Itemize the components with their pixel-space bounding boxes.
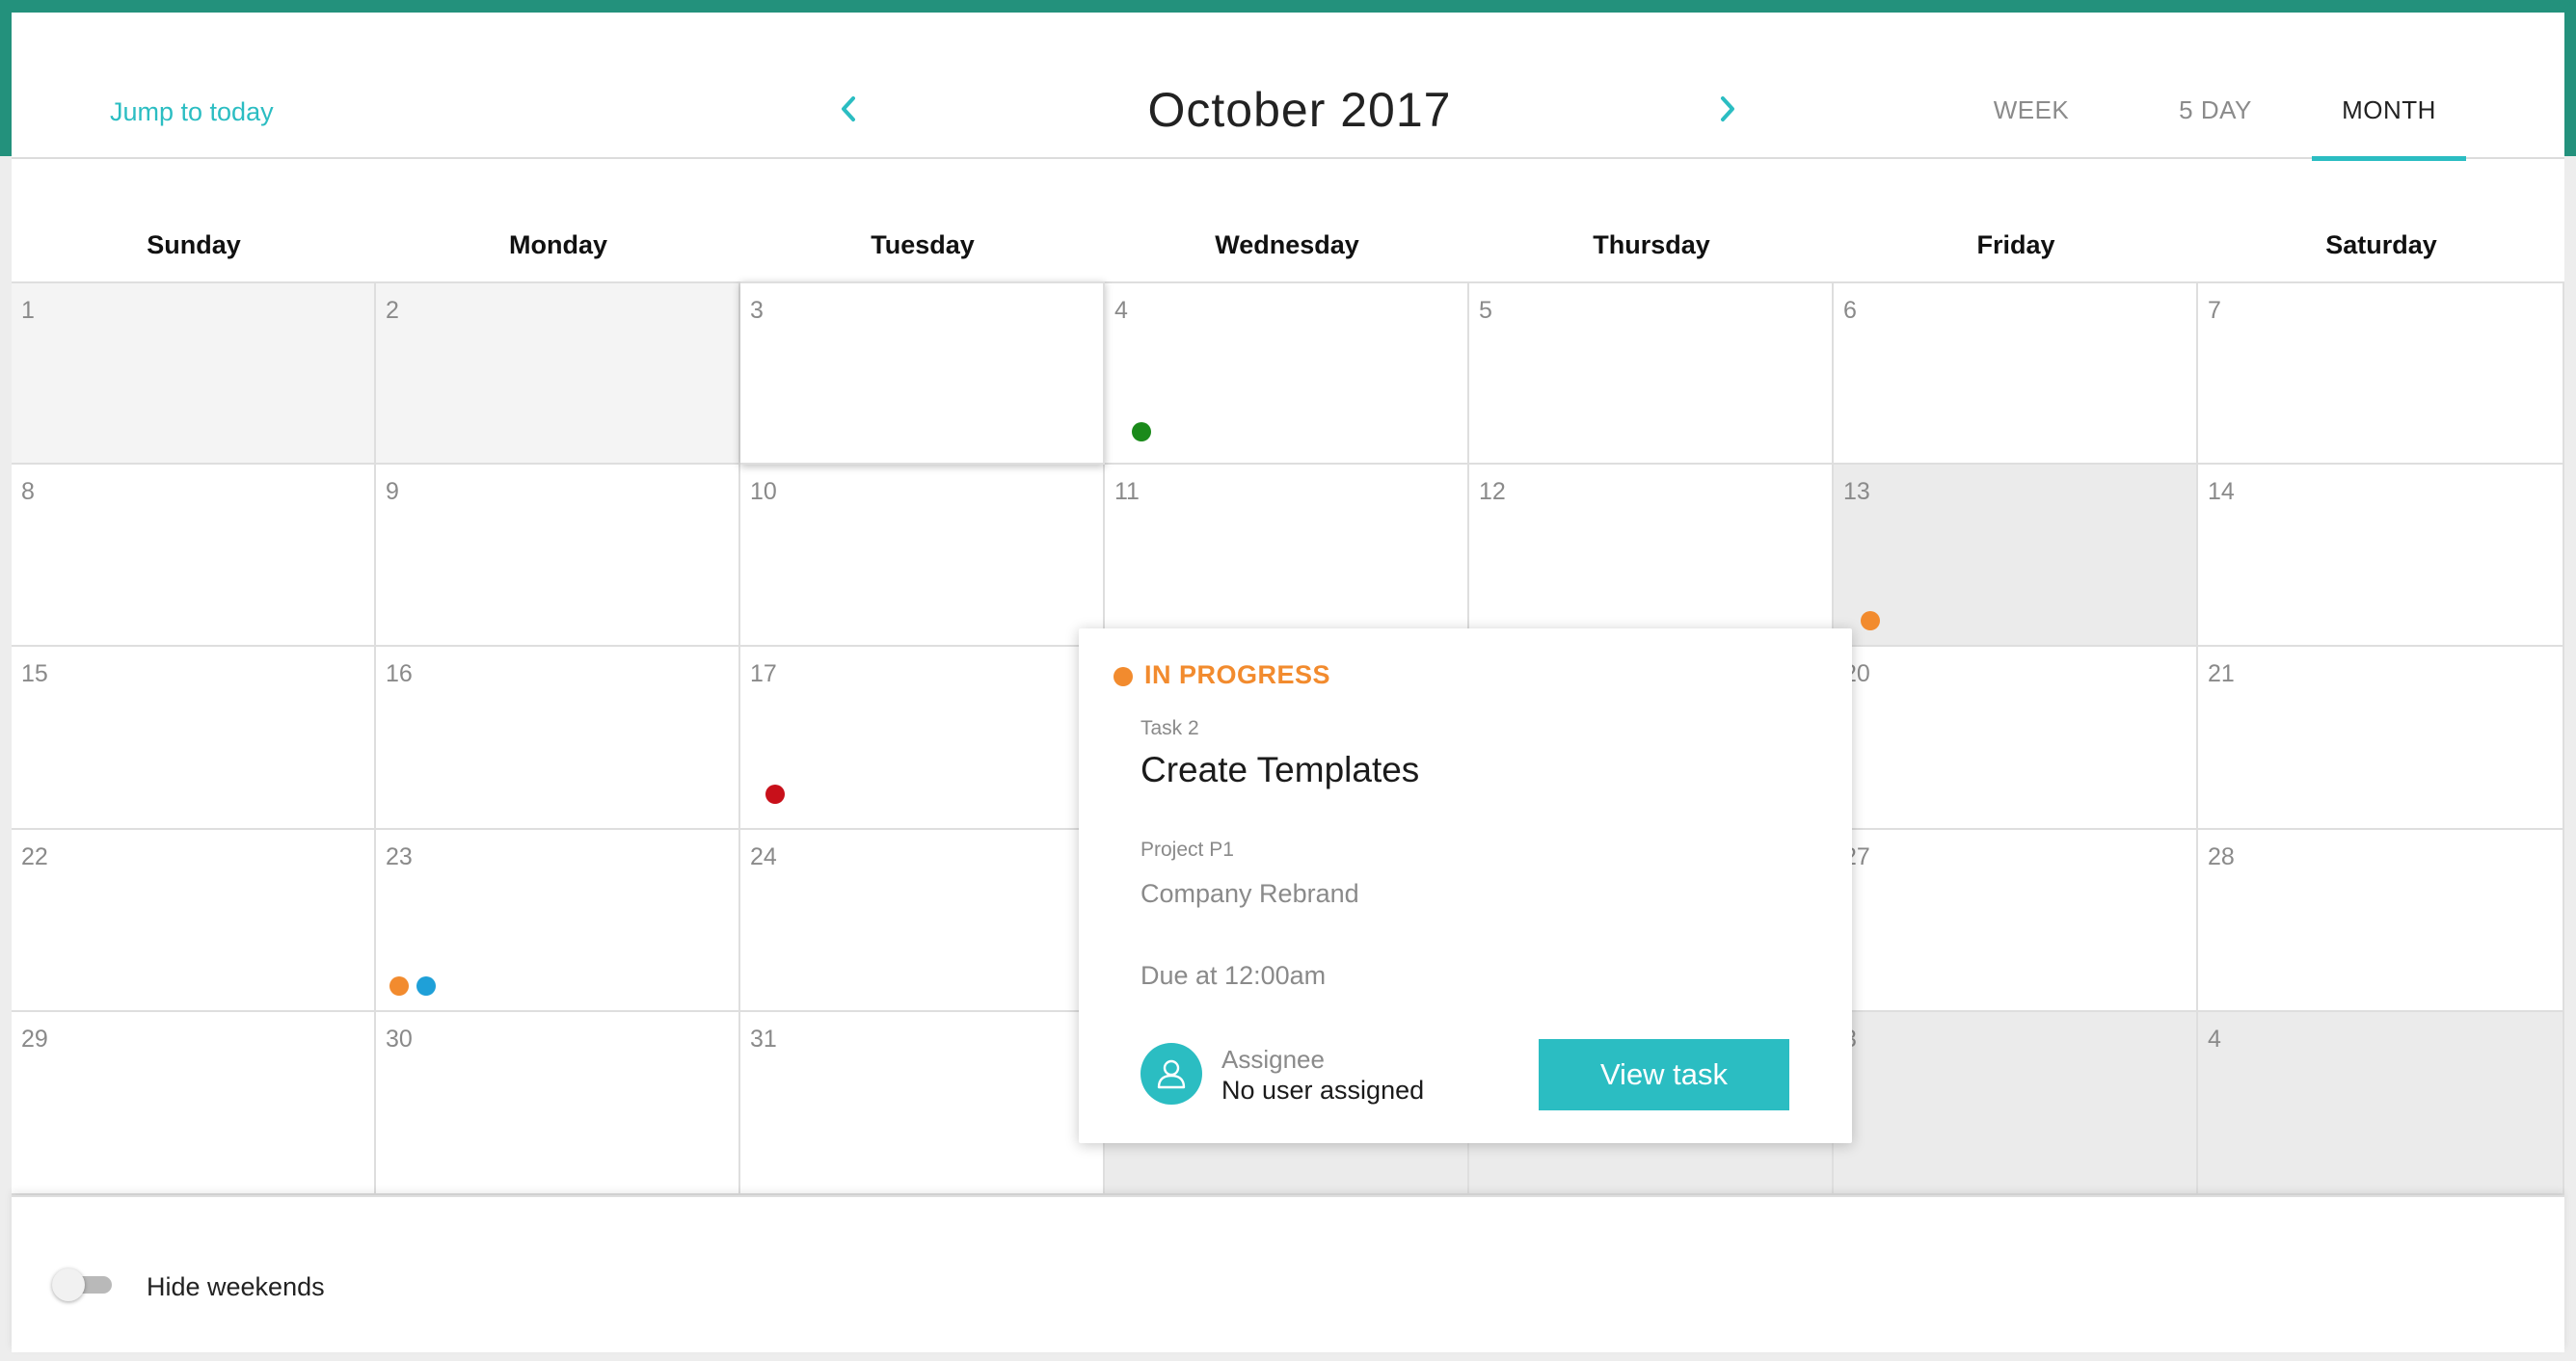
brand-top-bar: [0, 0, 2576, 13]
day-cell-next-month[interactable]: 3: [1834, 1012, 2198, 1195]
day-cell[interactable]: 20: [1834, 647, 2198, 830]
weekday-wednesday: Wednesday: [1215, 230, 1359, 259]
next-month-button[interactable]: [1708, 90, 1747, 128]
task-dot-orange[interactable]: [1861, 611, 1880, 630]
day-cell[interactable]: 17: [740, 647, 1105, 830]
day-number: 10: [750, 478, 777, 505]
brand-left-edge: [0, 0, 12, 156]
day-number: 5: [1479, 297, 1492, 324]
task-popup: IN PROGRESS Task 2 Create Templates Proj…: [1079, 628, 1852, 1143]
day-cell-selected[interactable]: 13: [1834, 465, 2198, 647]
hide-weekends-toggle[interactable]: [52, 1268, 112, 1301]
tab-5-day[interactable]: 5 DAY: [2158, 95, 2273, 159]
day-number: 23: [386, 843, 413, 870]
day-number: 15: [21, 660, 48, 687]
avatar: [1140, 1043, 1202, 1105]
weekday-thursday: Thursday: [1593, 230, 1710, 259]
view-task-button[interactable]: View task: [1539, 1039, 1789, 1110]
day-cell[interactable]: 9: [376, 465, 740, 647]
task-dot-green[interactable]: [1132, 422, 1151, 441]
day-number: 28: [2208, 843, 2235, 870]
day-number: 12: [1479, 478, 1506, 505]
month-title: October 2017: [1147, 83, 1452, 137]
task-title: Create Templates: [1140, 750, 1420, 789]
day-number: 29: [21, 1026, 48, 1053]
day-cell[interactable]: 30: [376, 1012, 740, 1195]
chevron-left-icon: [842, 96, 855, 121]
calendar-app: Jump to today October 2017 WEEK 5 DAY MO…: [12, 13, 2564, 1352]
tab-week[interactable]: WEEK: [1978, 95, 2084, 159]
weekday-friday: Friday: [1976, 230, 2055, 259]
weekday-tuesday: Tuesday: [871, 230, 975, 259]
day-cell[interactable]: 11: [1105, 465, 1469, 647]
day-number: 2: [386, 297, 399, 324]
task-id-label: Task 2: [1140, 717, 1199, 739]
status-label: IN PROGRESS: [1144, 660, 1331, 689]
project-label: Project P1: [1140, 839, 1234, 861]
day-number: 11: [1114, 478, 1140, 505]
day-cell[interactable]: 23: [376, 830, 740, 1012]
user-icon: [1157, 1059, 1186, 1089]
task-dot-red[interactable]: [765, 785, 785, 804]
day-number: 1: [21, 297, 35, 324]
status-dot: [1114, 667, 1133, 686]
task-dot-blue[interactable]: [416, 976, 436, 996]
day-cell[interactable]: 5: [1469, 281, 1834, 465]
day-number: 17: [750, 660, 777, 687]
day-number: 4: [1114, 297, 1128, 324]
hide-weekends-label: Hide weekends: [147, 1272, 325, 1301]
day-cell[interactable]: 28: [2198, 830, 2564, 1012]
day-number: 14: [2208, 478, 2235, 505]
task-dot-orange[interactable]: [389, 976, 409, 996]
day-cell[interactable]: 10: [740, 465, 1105, 647]
calendar-footer: Hide weekends: [12, 1195, 2564, 1352]
day-cell-next-month[interactable]: 4: [2198, 1012, 2564, 1195]
prev-month-button[interactable]: [829, 90, 868, 128]
day-number: 13: [1843, 478, 1870, 505]
day-number: 6: [1843, 297, 1857, 324]
day-cell[interactable]: 15: [12, 647, 376, 830]
weekday-sunday: Sunday: [147, 230, 241, 259]
day-cell[interactable]: 29: [12, 1012, 376, 1195]
calendar-header: Jump to today October 2017 WEEK 5 DAY MO…: [12, 13, 2564, 161]
day-number: 3: [750, 297, 764, 324]
day-cell[interactable]: 7: [2198, 281, 2564, 465]
chevron-right-icon: [1721, 96, 1734, 121]
day-number: 22: [21, 843, 48, 870]
day-number: 30: [386, 1026, 413, 1053]
day-number: 21: [2208, 660, 2235, 687]
day-number: 8: [21, 478, 35, 505]
day-cell-today[interactable]: 3: [740, 281, 1105, 465]
day-cell[interactable]: 8: [12, 465, 376, 647]
day-cell[interactable]: 21: [2198, 647, 2564, 830]
toggle-knob[interactable]: [52, 1268, 85, 1301]
day-cell[interactable]: 4: [1105, 281, 1469, 465]
jump-to-today-link[interactable]: Jump to today: [110, 97, 274, 127]
assignee-label: Assignee: [1221, 1045, 1325, 1074]
day-cell[interactable]: 6: [1834, 281, 2198, 465]
day-cell[interactable]: 12: [1469, 465, 1834, 647]
day-number: 16: [386, 660, 413, 687]
brand-right-edge: [2564, 0, 2576, 156]
day-cell[interactable]: 16: [376, 647, 740, 830]
window-frame: Jump to today October 2017 WEEK 5 DAY MO…: [0, 0, 2576, 1361]
day-number: 9: [386, 478, 399, 505]
assignee-value: No user assigned: [1221, 1076, 1425, 1105]
day-cell[interactable]: 14: [2198, 465, 2564, 647]
weekday-saturday: Saturday: [2325, 230, 2437, 259]
tab-month[interactable]: MONTH: [2312, 95, 2466, 161]
day-number: 4: [2208, 1026, 2221, 1053]
day-cell[interactable]: 31: [740, 1012, 1105, 1195]
day-number: 31: [750, 1026, 777, 1053]
due-time: Due at 12:00am: [1140, 961, 1327, 990]
day-cell[interactable]: 2: [376, 281, 740, 465]
day-cell[interactable]: 22: [12, 830, 376, 1012]
day-number: 24: [750, 843, 777, 870]
project-name: Company Rebrand: [1140, 879, 1359, 908]
day-number: 7: [2208, 297, 2221, 324]
weekday-monday: Monday: [508, 230, 607, 259]
day-cell[interactable]: 1: [12, 281, 376, 465]
day-cell[interactable]: 27: [1834, 830, 2198, 1012]
day-cell[interactable]: 24: [740, 830, 1105, 1012]
